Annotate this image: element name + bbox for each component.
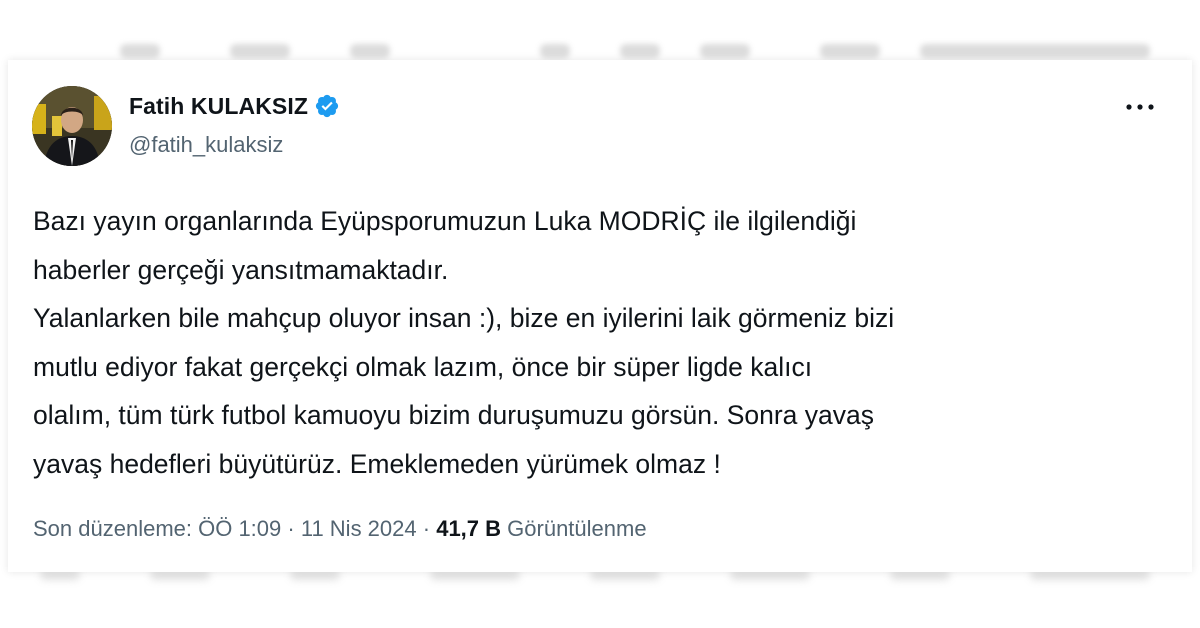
tweet-text-line: mutlu ediyor fakat gerçekçi olmak lazım,… [33,351,813,382]
tweet-text-line: haberler gerçeği yansıtmamaktadır. [33,254,449,285]
display-name[interactable]: Fatih KULAKSIZ [129,93,308,120]
more-options-button[interactable] [1120,92,1160,122]
author-name-row: Fatih KULAKSIZ [129,90,340,122]
meta-separator: · [287,516,295,541]
tweet-text-line: Bazı yayın organlarında Eyüpsporumuzun L… [33,206,857,236]
author-handle[interactable]: @fatih_kulaksiz [129,132,283,158]
more-horizontal-icon [1126,104,1154,110]
tweet-card: Fatih KULAKSIZ @fatih_kulaksiz Bazı yayı… [8,60,1192,572]
views-count: 41,7 B [436,516,502,541]
avatar[interactable] [32,86,112,166]
tweet-date[interactable]: 11 Nis 2024 [301,516,417,541]
tweet-text-line: yavaş hedefleri büyütürüz. Emeklemeden y… [33,448,721,479]
tweet-meta: Son düzenleme: ÖÖ 1:09 · 11 Nis 2024 · 4… [33,516,647,542]
blurred-text-top [60,40,1180,62]
verified-badge-icon [315,94,339,118]
avatar-photo [32,86,112,166]
tweet-text: Bazı yayın organlarında Eyüpsporumuzun L… [33,197,1163,488]
meta-separator: · [422,516,431,541]
tweet-text-line: olalım, tüm türk futbol kamuoyu bizim du… [33,400,875,430]
edited-timestamp[interactable]: Son düzenleme: ÖÖ 1:09 [33,516,281,541]
views-label: Görüntülenme [507,516,647,541]
tweet-text-line: Yalanlarken bile mahçup oluyor insan :),… [33,303,895,333]
